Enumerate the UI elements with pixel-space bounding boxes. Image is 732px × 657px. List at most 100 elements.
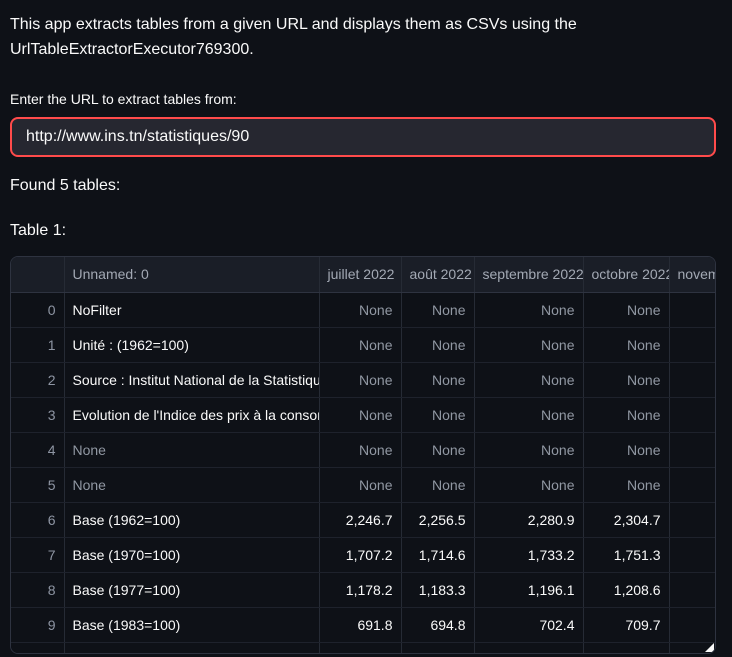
column-header[interactable]: octobre 2022 — [583, 257, 669, 292]
row-index-cell[interactable]: 2 — [11, 362, 64, 397]
url-input[interactable] — [10, 117, 716, 157]
table-cell[interactable]: None — [401, 432, 474, 467]
table-cell[interactable]: 2,256.5 — [401, 502, 474, 537]
table-cell[interactable]: None — [401, 397, 474, 432]
table-cell[interactable] — [669, 572, 716, 607]
table-cell[interactable]: 1,208.6 — [583, 572, 669, 607]
table-cell[interactable]: None — [401, 292, 474, 327]
table-body: 0NoFilterNoneNoneNoneNone1Unité : (1962=… — [11, 292, 716, 654]
table-cell[interactable]: Unité : (1962=100) — [64, 327, 319, 362]
table-cell[interactable]: None — [401, 327, 474, 362]
found-tables-text: Found 5 tables: — [10, 174, 716, 198]
table-cell[interactable]: Base (1990=100) — [64, 642, 319, 654]
column-header[interactable]: juillet 2022 — [319, 257, 401, 292]
table-row: 5NoneNoneNoneNoneNone — [11, 467, 716, 502]
table-row: 3Evolution de l'Indice des prix à la con… — [11, 397, 716, 432]
table-cell[interactable] — [669, 607, 716, 642]
row-index-cell[interactable]: 3 — [11, 397, 64, 432]
table-cell[interactable]: None — [474, 292, 583, 327]
table-row: 6Base (1962=100)2,246.72,256.52,280.92,3… — [11, 502, 716, 537]
table-cell[interactable]: 1,178.2 — [319, 572, 401, 607]
table-cell[interactable]: None — [474, 432, 583, 467]
row-index-cell[interactable]: 1 — [11, 327, 64, 362]
table-cell[interactable]: None — [583, 362, 669, 397]
table-cell[interactable]: None — [583, 397, 669, 432]
column-header[interactable]: Unnamed: 0 — [64, 257, 319, 292]
table-cell[interactable]: 2,246.7 — [319, 502, 401, 537]
table-cell[interactable] — [583, 642, 669, 654]
table-cell[interactable]: Evolution de l'Indice des prix à la cons… — [64, 397, 319, 432]
table-cell[interactable] — [669, 642, 716, 654]
table-cell[interactable]: 702.4 — [474, 607, 583, 642]
column-header[interactable]: septembre 2022 — [474, 257, 583, 292]
table-cell[interactable] — [669, 362, 716, 397]
table-cell[interactable]: None — [319, 362, 401, 397]
table-cell[interactable]: 1,714.6 — [401, 537, 474, 572]
table-cell[interactable]: 2,280.9 — [474, 502, 583, 537]
table-cell[interactable]: Source : Institut National de la Statist… — [64, 362, 319, 397]
table-cell[interactable]: None — [319, 292, 401, 327]
table-cell[interactable]: None — [319, 327, 401, 362]
table-cell[interactable]: 2,304.7 — [583, 502, 669, 537]
table-cell[interactable]: None — [401, 467, 474, 502]
row-index-cell[interactable]: 0 — [11, 292, 64, 327]
table-cell[interactable]: 1,707.2 — [319, 537, 401, 572]
column-header[interactable]: novembre 2022 — [669, 257, 716, 292]
table-row: 8Base (1977=100)1,178.21,183.31,196.11,2… — [11, 572, 716, 607]
row-index-cell[interactable]: 9 — [11, 607, 64, 642]
table-cell[interactable] — [669, 292, 716, 327]
table-cell[interactable]: 1,183.3 — [401, 572, 474, 607]
table-cell[interactable]: 1,751.3 — [583, 537, 669, 572]
table-cell[interactable] — [669, 397, 716, 432]
table-cell[interactable]: None — [319, 467, 401, 502]
data-table: Unnamed: 0juillet 2022août 2022septembre… — [11, 257, 716, 654]
table-cell[interactable] — [669, 502, 716, 537]
table-cell[interactable]: Base (1970=100) — [64, 537, 319, 572]
table-cell[interactable]: None — [474, 397, 583, 432]
table-cell[interactable]: None — [583, 432, 669, 467]
table-row: 0NoFilterNoneNoneNoneNone — [11, 292, 716, 327]
table-cell[interactable] — [669, 327, 716, 362]
column-header[interactable]: août 2022 — [401, 257, 474, 292]
table-row: 10Base (1990=100) — [11, 642, 716, 654]
table-cell[interactable]: None — [474, 327, 583, 362]
row-index-cell[interactable]: 4 — [11, 432, 64, 467]
table-cell[interactable]: None — [64, 467, 319, 502]
table-cell[interactable]: None — [319, 432, 401, 467]
table-cell[interactable]: 1,733.2 — [474, 537, 583, 572]
table-cell[interactable]: None — [583, 467, 669, 502]
table-cell[interactable]: None — [474, 362, 583, 397]
index-column-header[interactable] — [11, 257, 64, 292]
intro-text: This app extracts tables from a given UR… — [10, 12, 716, 62]
table-cell[interactable] — [669, 432, 716, 467]
row-index-cell[interactable]: 6 — [11, 502, 64, 537]
table-cell[interactable]: None — [583, 327, 669, 362]
table-cell[interactable]: None — [64, 432, 319, 467]
table-cell[interactable]: None — [401, 362, 474, 397]
table-cell[interactable]: NoFilter — [64, 292, 319, 327]
table-cell[interactable]: 694.8 — [401, 607, 474, 642]
table-title: Table 1: — [10, 219, 716, 243]
dataframe-container[interactable]: Unnamed: 0juillet 2022août 2022septembre… — [10, 256, 716, 654]
table-cell[interactable]: 1,196.1 — [474, 572, 583, 607]
table-cell[interactable] — [401, 642, 474, 654]
url-input-label: Enter the URL to extract tables from: — [10, 89, 716, 109]
row-index-cell[interactable]: 7 — [11, 537, 64, 572]
table-cell[interactable]: Base (1977=100) — [64, 572, 319, 607]
table-cell[interactable] — [474, 642, 583, 654]
table-row: 1Unité : (1962=100)NoneNoneNoneNone — [11, 327, 716, 362]
table-cell[interactable]: Base (1962=100) — [64, 502, 319, 537]
table-cell[interactable]: None — [474, 467, 583, 502]
table-cell[interactable]: None — [583, 292, 669, 327]
table-cell[interactable] — [669, 537, 716, 572]
table-cell[interactable]: 709.7 — [583, 607, 669, 642]
table-cell[interactable]: None — [319, 397, 401, 432]
row-index-cell[interactable]: 8 — [11, 572, 64, 607]
table-row: 2Source : Institut National de la Statis… — [11, 362, 716, 397]
table-cell[interactable]: Base (1983=100) — [64, 607, 319, 642]
table-cell[interactable] — [669, 467, 716, 502]
row-index-cell[interactable]: 10 — [11, 642, 64, 654]
table-cell[interactable] — [319, 642, 401, 654]
table-cell[interactable]: 691.8 — [319, 607, 401, 642]
row-index-cell[interactable]: 5 — [11, 467, 64, 502]
